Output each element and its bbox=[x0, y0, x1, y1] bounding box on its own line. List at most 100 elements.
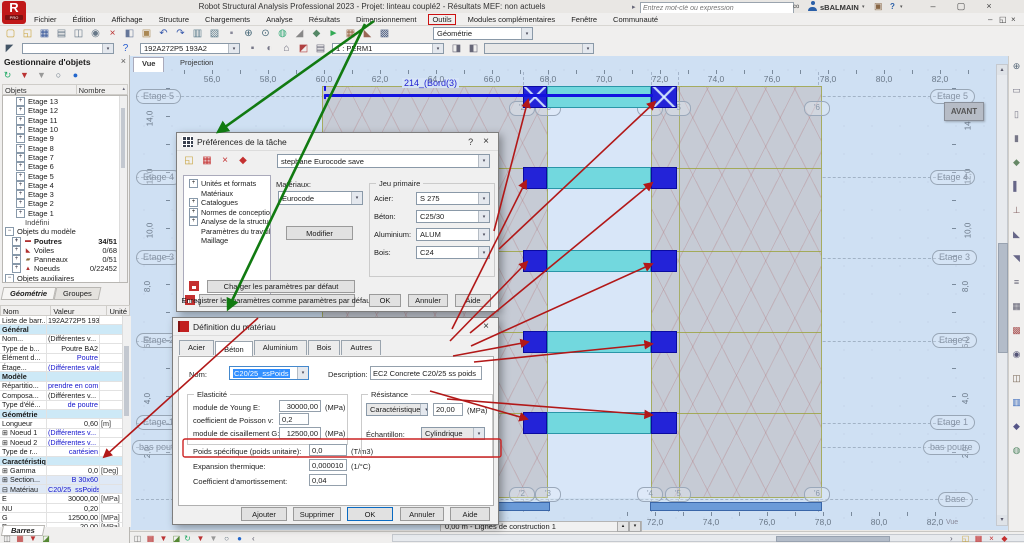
preferences-profile-combo[interactable]: stephane Eurocode save ▾ bbox=[277, 154, 490, 168]
ok-button[interactable]: OK bbox=[347, 507, 393, 521]
scroll-up-icon[interactable]: ▴ bbox=[997, 65, 1007, 75]
tree-item-object[interactable]: + ▲ Noeuds 0/22452 bbox=[3, 264, 127, 273]
mdi-minimize-button[interactable]: – bbox=[988, 15, 992, 24]
render-view-icon[interactable]: ◍ bbox=[1011, 444, 1023, 456]
collapse-icon[interactable]: − bbox=[5, 227, 14, 236]
scroll-right-icon[interactable]: › bbox=[950, 534, 953, 543]
resistance-value-field[interactable]: 20,00 bbox=[433, 403, 463, 416]
expand-icon[interactable]: + bbox=[189, 217, 198, 226]
close-button[interactable]: × bbox=[978, 1, 1000, 12]
menu-item[interactable]: Affichage bbox=[107, 14, 146, 25]
grid-icon[interactable]: ▦ bbox=[1011, 300, 1023, 312]
beam-end-node[interactable] bbox=[651, 86, 677, 108]
view-manager-icon[interactable]: ▩ bbox=[378, 27, 391, 40]
calculations-icon[interactable]: ► bbox=[327, 27, 340, 40]
filter-clear-icon[interactable]: ▼ bbox=[36, 70, 47, 81]
coupling-beam-story1[interactable] bbox=[523, 412, 677, 434]
add-button[interactable]: Ajouter bbox=[241, 507, 287, 521]
chevron-down-icon[interactable]: ▾ bbox=[473, 428, 484, 439]
beam-end-node[interactable] bbox=[651, 331, 677, 353]
object-inspector-icon[interactable]: ? bbox=[119, 42, 132, 55]
property-row[interactable]: Nom... (Différentes v... bbox=[0, 335, 122, 344]
app-logo[interactable]: R PRO bbox=[2, 1, 26, 24]
delete-preferences-icon[interactable]: × bbox=[219, 154, 231, 166]
property-row[interactable]: NU 0,20 bbox=[0, 504, 122, 513]
property-row[interactable]: G 12500,00 [MPa] bbox=[0, 513, 122, 522]
tree-item-story[interactable]: + Etage 11 bbox=[3, 116, 127, 125]
load-defaults-button[interactable]: Charger les paramètres par défaut bbox=[207, 280, 355, 293]
layout-selector-combo[interactable]: Géométrie ▾ bbox=[433, 27, 533, 40]
property-grid-header[interactable]: Nom Valeur Unité bbox=[0, 305, 130, 316]
panel-filter-icon[interactable]: ◫ bbox=[2, 534, 12, 543]
property-row[interactable]: Liste de barr... 192A272P5 193A2... bbox=[0, 316, 122, 325]
thermal-field[interactable]: 0,000010 bbox=[309, 459, 347, 471]
selection-combo[interactable]: ▾ bbox=[22, 43, 114, 54]
property-row[interactable]: ⊞ Gamma 0,0 [Deg] bbox=[0, 466, 122, 475]
info-icon[interactable]: ● bbox=[70, 70, 81, 81]
beam-end-node[interactable] bbox=[523, 86, 547, 108]
menu-item[interactable]: Outils bbox=[428, 14, 455, 25]
property-row[interactable]: Caractéristiques bbox=[0, 457, 122, 466]
tools-icon[interactable]: ◣ bbox=[361, 27, 374, 40]
open-icon[interactable]: ◱ bbox=[21, 27, 34, 40]
template-view-icon[interactable]: ▯ bbox=[1011, 108, 1023, 120]
expand-icon[interactable]: + bbox=[16, 134, 25, 143]
story-list-icon[interactable]: ≡ bbox=[1011, 276, 1023, 288]
material-tab[interactable]: Bois bbox=[308, 340, 341, 355]
chevron-down-icon[interactable]: ▾ bbox=[478, 193, 489, 204]
zoom-window-icon[interactable]: ⊙ bbox=[259, 27, 272, 40]
delete-preferences-icon[interactable]: × bbox=[986, 533, 997, 543]
poisson-field[interactable]: 0,2 bbox=[279, 413, 309, 425]
base-beam[interactable] bbox=[498, 502, 550, 511]
tree-item-story[interactable]: + Etage 13 bbox=[3, 97, 127, 106]
property-row[interactable]: Composa... (Différentes v... bbox=[0, 391, 122, 400]
collapse-icon[interactable]: − bbox=[5, 274, 14, 283]
tree-scrollbar[interactable] bbox=[119, 96, 127, 282]
tree-group-model[interactable]: − Objets du modèle bbox=[3, 227, 127, 236]
pan-icon[interactable]: ◍ bbox=[276, 27, 289, 40]
expand-icon[interactable]: + bbox=[16, 181, 25, 190]
export-icon[interactable]: ◪ bbox=[171, 533, 182, 543]
tree-item-object[interactable]: + ◣ Voiles 0/68 bbox=[3, 246, 127, 255]
save-preferences-icon[interactable]: ▦ bbox=[201, 154, 213, 166]
store-cart-icon[interactable]: ▣ bbox=[874, 1, 883, 12]
selected-beam-highlight[interactable] bbox=[325, 94, 653, 97]
screen-layout-icon[interactable]: ▧ bbox=[208, 27, 221, 40]
refresh-icon[interactable]: ↻ bbox=[2, 70, 13, 81]
search-icon[interactable]: ○ bbox=[221, 533, 232, 543]
refresh-icon[interactable]: ↻ bbox=[182, 533, 193, 543]
chevron-down-icon[interactable]: ▾ bbox=[478, 211, 489, 222]
property-row[interactable]: Répartitio... prendre en com bbox=[0, 382, 122, 391]
panel-filter-icon[interactable]: ◫ bbox=[132, 533, 143, 543]
chevron-down-icon[interactable]: ▾ bbox=[478, 155, 489, 167]
property-row[interactable]: ⊞ Noeud 1 (Différentes v... bbox=[0, 429, 122, 438]
menu-item[interactable]: Fichier bbox=[30, 14, 61, 25]
export-icon[interactable]: ◪ bbox=[41, 534, 51, 543]
tab-groupes[interactable]: Groupes bbox=[54, 287, 102, 300]
dialog-help-button[interactable]: ? bbox=[462, 137, 479, 147]
expand-icon[interactable]: + bbox=[12, 237, 21, 246]
tables-icon[interactable]: ▥ bbox=[191, 27, 204, 40]
user-dropdown-icon[interactable]: ▾ bbox=[862, 4, 865, 10]
preferences-tree-item[interactable]: + Normes de conception bbox=[184, 208, 270, 218]
lock-icon[interactable]: ▪ bbox=[225, 27, 238, 40]
description-field[interactable]: EC2 Concrete C20/25 ss poids bbox=[370, 366, 482, 380]
property-row[interactable]: Type de b... Poutre BA2 bbox=[0, 344, 122, 353]
beam-end-node[interactable] bbox=[523, 167, 547, 189]
unit-weight-field[interactable]: 0,0 bbox=[309, 444, 347, 456]
chevron-down-icon[interactable]: ▾ bbox=[228, 44, 239, 53]
save-preferences-icon[interactable]: ▦ bbox=[973, 533, 984, 543]
tree-group-aux[interactable]: − Objets auxiliaires bbox=[3, 274, 127, 283]
material-combo[interactable]: S 275 ▾ bbox=[416, 192, 490, 205]
chevron-down-icon[interactable]: ▾ bbox=[351, 192, 362, 204]
scroll-left-icon[interactable]: ‹ bbox=[252, 534, 255, 543]
beam-body[interactable] bbox=[547, 412, 651, 434]
view-rotate-icon[interactable]: ⊕ bbox=[1011, 60, 1023, 72]
menu-item[interactable]: Édition bbox=[69, 14, 100, 25]
expand-icon[interactable]: + bbox=[16, 199, 25, 208]
snapshot-icon[interactable]: ▭ bbox=[1011, 84, 1023, 96]
expand-icon[interactable]: + bbox=[189, 208, 198, 217]
expand-icon[interactable]: + bbox=[12, 246, 21, 255]
help-dropdown-icon[interactable]: ▾ bbox=[900, 4, 903, 10]
preferences-tree-item[interactable]: + Paramètres du travail bbox=[184, 227, 270, 237]
